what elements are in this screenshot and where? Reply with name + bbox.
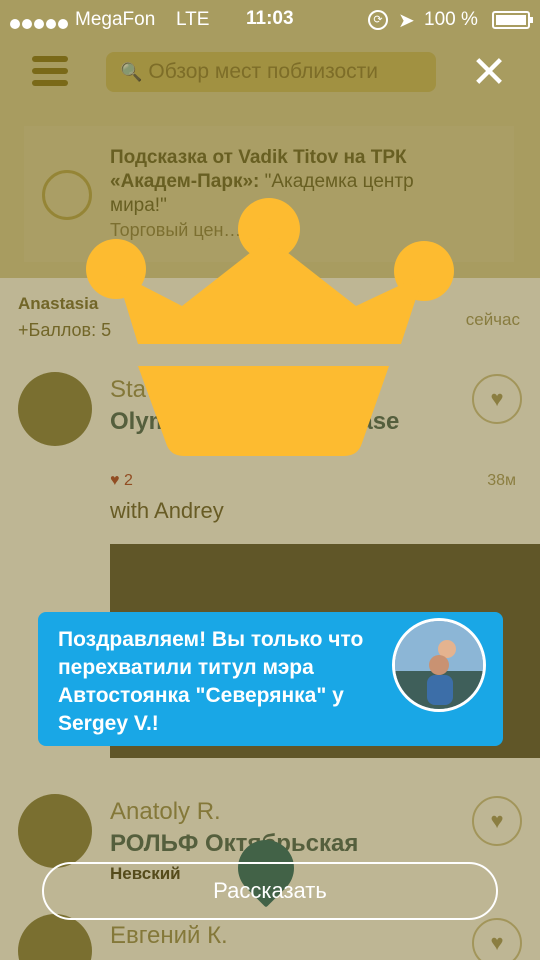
rotation-lock-icon: ⟳ [368, 10, 388, 30]
avatar [392, 618, 486, 712]
battery-icon [492, 11, 533, 29]
mayorship-notification[interactable]: Поздравляем! Вы только что перехватили т… [38, 612, 503, 746]
carrier-name: MegaFon [75, 9, 156, 30]
crown-icon [86, 198, 454, 456]
status-bar: MegaFon LTE 11:03 ⟳ ➤ 100 % [0, 0, 540, 40]
network-type: LTE [176, 9, 210, 30]
signal-strength-icon [10, 13, 70, 35]
overlay-backdrop[interactable] [0, 0, 540, 960]
location-arrow-icon: ➤ [398, 10, 415, 32]
battery-percent: 100 % [424, 9, 478, 30]
share-button[interactable]: Рассказать [42, 862, 498, 920]
status-time: 11:03 [246, 8, 294, 29]
notification-message: Поздравляем! Вы только что перехватили т… [58, 628, 364, 735]
close-button[interactable]: ✕ [466, 50, 512, 96]
